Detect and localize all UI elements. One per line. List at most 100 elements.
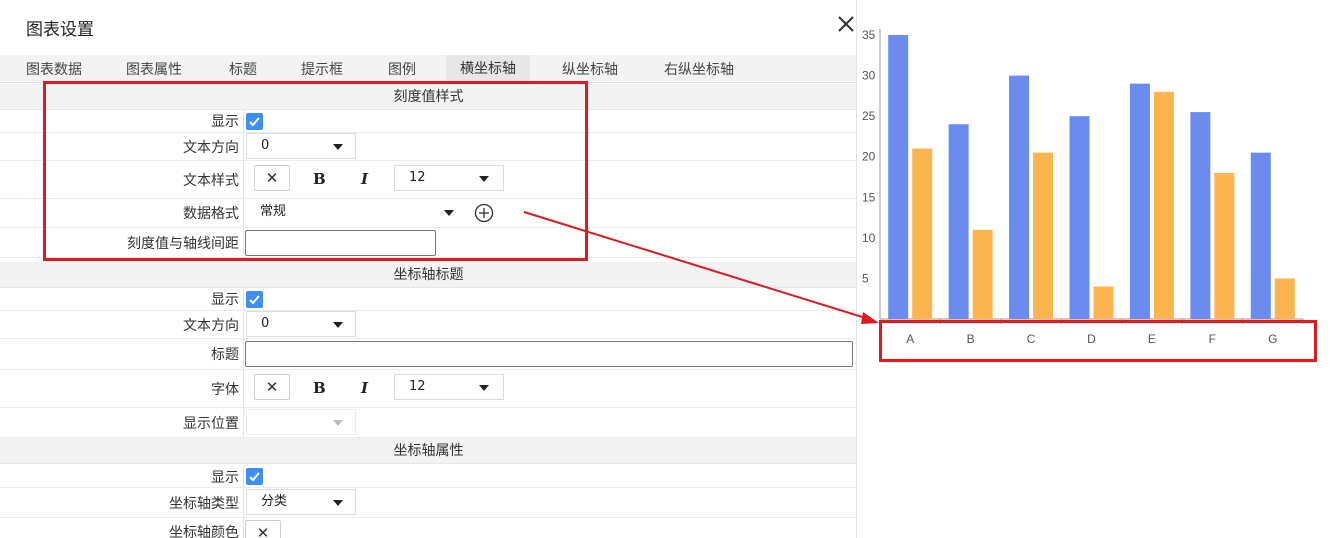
title-font-size-select[interactable]: 12 bbox=[394, 374, 504, 400]
bar[interactable] bbox=[1274, 278, 1295, 319]
row-tick-show: 显示 bbox=[0, 110, 856, 133]
tab-legend[interactable]: 图例 bbox=[388, 59, 416, 79]
bar[interactable] bbox=[1093, 286, 1114, 319]
chevron-down-icon bbox=[444, 210, 454, 216]
plus-circle-icon[interactable] bbox=[474, 203, 494, 223]
check-icon bbox=[249, 295, 260, 305]
tab-tooltip[interactable]: 提示框 bbox=[301, 59, 343, 79]
bar[interactable] bbox=[1033, 152, 1054, 319]
tab-chart-data[interactable]: 图表数据 bbox=[26, 59, 82, 79]
row-axis-type: 坐标轴类型 分类 bbox=[0, 488, 856, 518]
section-axis-props-title: 坐标轴属性 bbox=[393, 443, 464, 459]
check-icon bbox=[249, 117, 260, 127]
bar[interactable] bbox=[1214, 172, 1235, 319]
section-axis-props: 坐标轴属性 bbox=[0, 438, 856, 464]
title-bold-button[interactable]: B bbox=[313, 379, 326, 397]
y-tick-label: 30 bbox=[862, 69, 876, 83]
chevron-down-icon bbox=[479, 385, 489, 391]
row-title-text-direction: 文本方向 0 bbox=[0, 311, 856, 339]
tab-chart-properties[interactable]: 图表属性 bbox=[126, 59, 182, 79]
axis-type-label: 坐标轴类型 bbox=[169, 495, 239, 512]
bar[interactable] bbox=[888, 35, 909, 319]
chevron-down-icon bbox=[333, 322, 343, 328]
chevron-down-icon bbox=[333, 144, 343, 150]
bar[interactable] bbox=[1009, 75, 1030, 319]
tick-gap-label: 刻度值与轴线间距 bbox=[127, 235, 239, 252]
tick-italic-button[interactable]: I bbox=[361, 170, 368, 188]
tick-data-format-select[interactable]: 常规 bbox=[246, 200, 466, 226]
section-tick-style-title: 刻度值样式 bbox=[393, 89, 464, 105]
y-tick-label: 15 bbox=[862, 190, 876, 204]
x-tick-label: E bbox=[1148, 332, 1156, 346]
axis-color-button[interactable]: ✕ bbox=[245, 520, 281, 538]
close-button[interactable] bbox=[836, 14, 856, 34]
tick-text-direction-label: 文本方向 bbox=[183, 139, 239, 156]
y-tick-label: 5 bbox=[862, 271, 869, 285]
title-font-clear-button[interactable]: ✕ bbox=[254, 374, 290, 400]
dialog-title: 图表设置 bbox=[26, 20, 94, 40]
bar[interactable] bbox=[1153, 91, 1174, 319]
title-show-checkbox[interactable] bbox=[246, 291, 263, 308]
x-tick-label: B bbox=[967, 332, 975, 346]
tab-x-axis[interactable]: 横坐标轴 bbox=[446, 55, 530, 83]
title-show-label: 显示 bbox=[211, 292, 239, 308]
title-text-direction-label: 文本方向 bbox=[183, 317, 239, 334]
bar[interactable] bbox=[948, 124, 969, 319]
section-axis-title-title: 坐标轴标题 bbox=[393, 267, 464, 283]
axis-type-select[interactable]: 分类 bbox=[246, 489, 356, 515]
axis-type-value: 分类 bbox=[261, 494, 288, 509]
chart-settings-dialog: 图表设置 图表数据 图表属性 标题 提示框 图例 横坐标轴 纵坐标轴 右纵坐标轴… bbox=[0, 0, 857, 538]
row-tick-text-style: 文本样式 ✕ B I 12 bbox=[0, 161, 856, 199]
title-position-label: 显示位置 bbox=[183, 415, 239, 432]
y-tick-label: 25 bbox=[862, 109, 876, 123]
tab-title[interactable]: 标题 bbox=[229, 59, 257, 79]
y-tick-label: 35 bbox=[862, 28, 876, 42]
bar-chart: 0 5 10 15 20 25 30 35 A B C D E F G bbox=[862, 28, 1304, 346]
row-tick-gap: 刻度值与轴线间距 bbox=[0, 228, 856, 258]
x-tick-label: D bbox=[1087, 332, 1096, 346]
row-title-show: 显示 bbox=[0, 288, 856, 311]
title-position-select[interactable] bbox=[246, 409, 356, 435]
tab-y-axis[interactable]: 纵坐标轴 bbox=[562, 59, 618, 79]
axis-title-input[interactable] bbox=[245, 341, 853, 367]
row-tick-data-format: 数据格式 常规 bbox=[0, 199, 856, 228]
chevron-down-icon bbox=[333, 420, 343, 426]
tick-show-label: 显示 bbox=[211, 114, 239, 130]
y-tick-label: 20 bbox=[862, 150, 876, 164]
section-tick-style: 刻度值样式 bbox=[0, 84, 856, 110]
x-tick-label: G bbox=[1268, 332, 1277, 346]
title-font-label: 字体 bbox=[211, 381, 239, 398]
bar[interactable] bbox=[1250, 152, 1271, 319]
tick-show-checkbox[interactable] bbox=[246, 113, 263, 130]
tick-gap-input[interactable] bbox=[245, 230, 436, 256]
chevron-down-icon bbox=[479, 176, 489, 182]
bar[interactable] bbox=[1190, 112, 1211, 319]
title-italic-button[interactable]: I bbox=[361, 379, 368, 397]
axis-show-label: 显示 bbox=[211, 469, 239, 486]
bar[interactable] bbox=[912, 148, 933, 319]
check-icon bbox=[249, 472, 260, 482]
title-label: 标题 bbox=[211, 347, 239, 363]
tick-text-direction-select[interactable]: 0 bbox=[246, 133, 356, 159]
tab-right-y-axis[interactable]: 右纵坐标轴 bbox=[664, 59, 734, 79]
tick-data-format-value: 常规 bbox=[260, 204, 287, 219]
section-axis-title: 坐标轴标题 bbox=[0, 262, 856, 288]
chevron-down-icon bbox=[333, 500, 343, 506]
bar[interactable] bbox=[1069, 116, 1090, 320]
bar[interactable] bbox=[1129, 83, 1150, 319]
tick-font-clear-button[interactable]: ✕ bbox=[254, 165, 290, 191]
title-text-direction-value: 0 bbox=[261, 316, 270, 331]
x-tick-label: F bbox=[1209, 332, 1216, 346]
row-title-font: 字体 ✕ B I 12 bbox=[0, 370, 856, 408]
tick-font-size-select[interactable]: 12 bbox=[394, 165, 504, 191]
title-text-direction-select[interactable]: 0 bbox=[246, 311, 356, 337]
axis-show-checkbox[interactable] bbox=[246, 468, 263, 485]
tab-bar: 图表数据 图表属性 标题 提示框 图例 横坐标轴 纵坐标轴 右纵坐标轴 bbox=[0, 55, 856, 83]
row-axis-show: 显示 bbox=[0, 466, 856, 488]
tick-data-format-label: 数据格式 bbox=[183, 206, 239, 222]
bar[interactable] bbox=[972, 229, 993, 319]
tick-bold-button[interactable]: B bbox=[313, 170, 326, 188]
title-font-size-value: 12 bbox=[409, 379, 426, 394]
tick-text-style-label: 文本样式 bbox=[183, 172, 239, 189]
tick-font-size-value: 12 bbox=[409, 170, 426, 185]
